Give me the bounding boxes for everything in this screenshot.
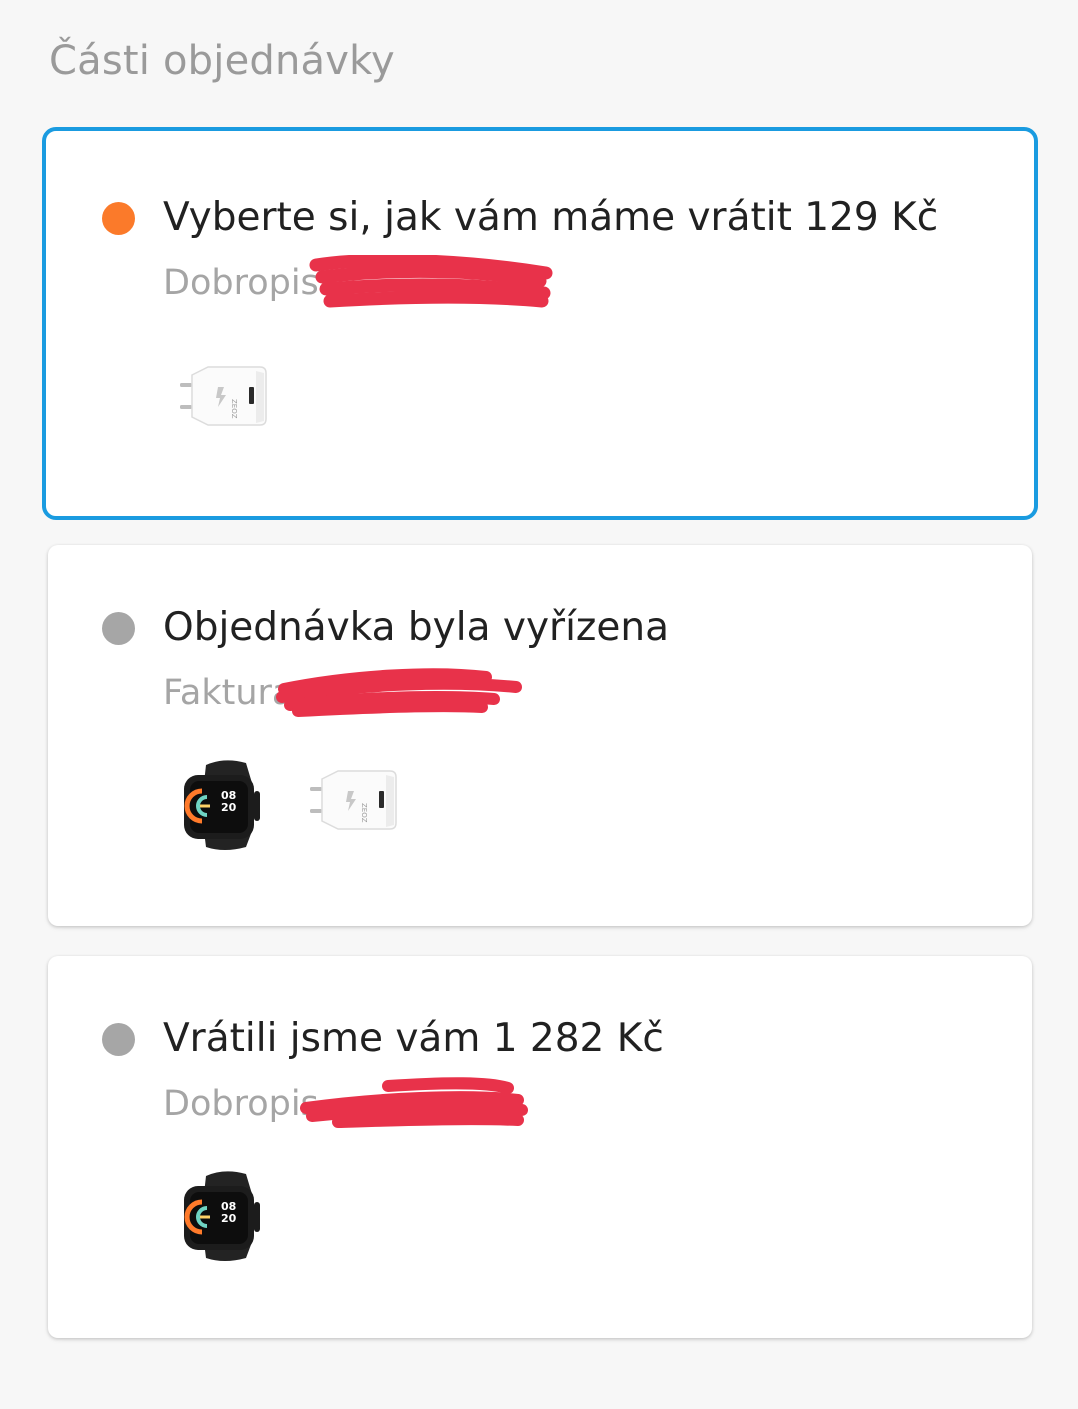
charger-icon: ZEOZ xyxy=(180,366,267,426)
card-document-label: Dobropis xyxy=(163,263,319,303)
card-title: Objednávka byla vyřízena xyxy=(163,605,670,650)
charger-icon: ZEOZ xyxy=(310,770,397,830)
status-dot-inactive xyxy=(102,1023,135,1056)
smartwatch-icon: 08 20 xyxy=(184,760,260,850)
section-title: Části objednávky xyxy=(49,38,395,84)
card-title: Vyberte si, jak vám máme vrátit 129 Kč xyxy=(163,195,939,240)
redaction-scribble xyxy=(300,1077,528,1128)
svg-text:ZEOZ: ZEOZ xyxy=(230,399,238,419)
smartwatch-icon: 08 20 xyxy=(184,1171,260,1261)
svg-text:20: 20 xyxy=(221,1212,237,1225)
svg-text:20: 20 xyxy=(221,801,237,814)
card-title: Vrátili jsme vám 1 282 Kč xyxy=(163,1016,664,1061)
status-dot-inactive xyxy=(102,612,135,645)
redaction-scribble xyxy=(309,255,553,308)
order-part-card-refund-choice[interactable]: Vyberte si, jak vám máme vrátit 129 Kč D… xyxy=(42,127,1038,520)
card-document-label: Dobropis xyxy=(163,1084,319,1124)
order-part-card-refunded[interactable]: Vrátili jsme vám 1 282 Kč Dobropis 08 20 xyxy=(48,956,1032,1338)
redaction-scribble xyxy=(276,668,522,717)
svg-text:ZEOZ: ZEOZ xyxy=(360,803,368,823)
status-dot-active xyxy=(102,202,135,235)
order-part-card-fulfilled[interactable]: Objednávka byla vyřízena Faktura 08 20 Z… xyxy=(48,545,1032,926)
